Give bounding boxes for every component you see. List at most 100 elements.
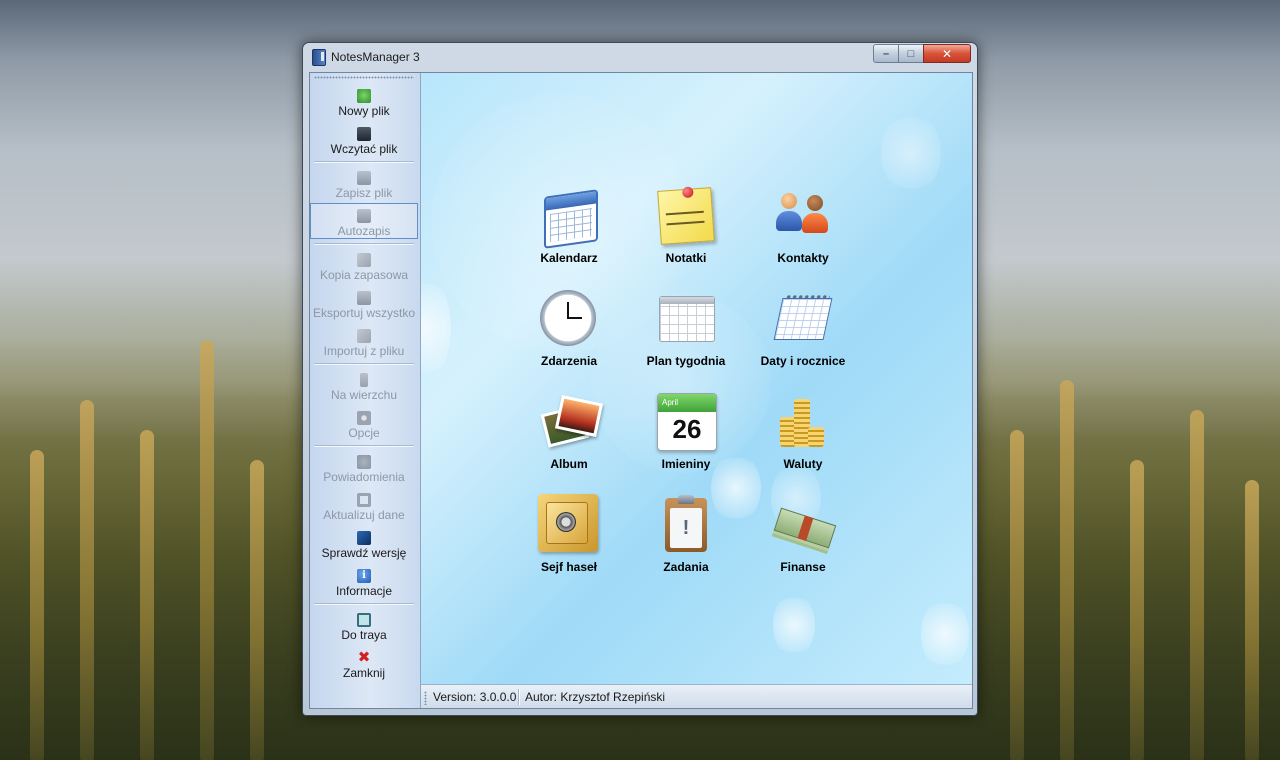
pin-icon xyxy=(360,373,368,387)
backup-icon xyxy=(357,253,371,267)
tile-label: Plan tygodnia xyxy=(646,354,726,368)
sidebar-item-new-file[interactable]: Nowy plik xyxy=(310,83,418,119)
wheat-stalk xyxy=(250,460,264,760)
tile-label: Zdarzenia xyxy=(540,354,597,368)
wheat-stalk xyxy=(30,450,44,760)
info-icon: i xyxy=(357,569,371,583)
sidebar-item-notifications[interactable]: Powiadomienia xyxy=(310,449,418,485)
sticky-note-icon xyxy=(655,185,717,247)
sidebar-item-open-file[interactable]: Wczytać plik xyxy=(310,121,418,157)
statusbar-grip xyxy=(424,691,427,705)
background-bubble xyxy=(921,598,969,670)
sidebar-item-label: Importuj z pliku xyxy=(323,344,405,358)
sidebar-separator xyxy=(314,243,414,245)
week-plan-icon xyxy=(655,288,717,350)
refresh-icon xyxy=(357,493,371,507)
tile-name-days[interactable]: April 26 Imieniny xyxy=(631,391,741,481)
tile-password-safe[interactable]: Sejf haseł xyxy=(514,494,624,584)
app-window: NotesManager 3 – □ ✕ Nowy plik Wczytać p… xyxy=(302,42,978,716)
sidebar-item-label: Sprawdź wersję xyxy=(321,546,407,560)
wheat-stalk xyxy=(80,400,94,760)
close-button[interactable]: ✕ xyxy=(923,44,971,63)
tile-events[interactable]: Zdarzenia xyxy=(514,288,624,378)
money-icon xyxy=(772,494,837,556)
tile-label: Sejf haseł xyxy=(540,560,598,574)
new-file-icon xyxy=(357,89,371,103)
tile-notes[interactable]: Notatki xyxy=(631,185,741,275)
wheat-stalk xyxy=(1245,480,1259,760)
close-icon: ✕ xyxy=(941,46,953,61)
sidebar-item-label: Aktualizuj dane xyxy=(323,508,405,522)
title-bar[interactable]: NotesManager 3 – □ ✕ xyxy=(303,43,977,71)
sidebar-item-label: Do traya xyxy=(341,628,387,642)
tile-label: Waluty xyxy=(783,457,823,471)
day-calendar-day: 26 xyxy=(672,414,702,444)
sidebar-item-options[interactable]: Opcje xyxy=(310,405,418,441)
sidebar-item-label: Informacje xyxy=(335,584,393,598)
maximize-button[interactable]: □ xyxy=(898,44,924,63)
sidebar-item-label: Na wierzchu xyxy=(330,388,398,402)
sidebar-item-autosave[interactable]: Autozapis xyxy=(310,203,418,239)
tile-label: Finanse xyxy=(780,560,826,574)
status-version: Version: 3.0.0.0 xyxy=(433,690,517,704)
wheat-stalk xyxy=(1130,460,1144,760)
app-icon[interactable] xyxy=(312,49,326,66)
day-calendar-icon: April 26 xyxy=(655,391,717,453)
tile-label: Kalendarz xyxy=(540,251,598,265)
status-bar: Version: 3.0.0.0 Autor: Krzysztof Rzepiń… xyxy=(421,684,972,708)
tile-currencies[interactable]: Waluty xyxy=(748,391,858,481)
sidebar-item-update-data[interactable]: Aktualizuj dane xyxy=(310,487,418,523)
tile-label: Imieniny xyxy=(661,457,711,471)
caption-buttons: – □ ✕ xyxy=(873,44,971,63)
sidebar-item-save-file[interactable]: Zapisz plik xyxy=(310,165,418,201)
sidebar-grip[interactable] xyxy=(314,76,414,79)
sidebar-separator xyxy=(314,603,414,605)
desk-calendar-icon xyxy=(772,288,834,350)
tile-dates-anniversaries[interactable]: Daty i rocznice xyxy=(748,288,858,378)
sidebar-item-to-tray[interactable]: Do traya xyxy=(310,607,418,643)
maximize-icon: □ xyxy=(907,47,915,60)
sidebar-item-always-on-top[interactable]: Na wierzchu xyxy=(310,367,418,403)
tile-album[interactable]: Album xyxy=(514,391,624,481)
wheat-stalk xyxy=(200,340,214,760)
bell-icon xyxy=(357,455,371,469)
contacts-icon xyxy=(772,185,834,247)
background-bubble xyxy=(421,273,451,383)
safe-icon xyxy=(538,494,600,556)
minimize-button[interactable]: – xyxy=(873,44,899,63)
tile-finances[interactable]: Finanse xyxy=(748,494,858,584)
wheat-stalk xyxy=(1010,430,1024,760)
tile-label: Daty i rocznice xyxy=(760,354,846,368)
main-panel: Kalendarz Notatki Kontakty Zdarzenia Pla… xyxy=(421,73,972,684)
sidebar-item-backup[interactable]: Kopia zapasowa xyxy=(310,247,418,283)
sidebar-item-label: Autozapis xyxy=(337,224,391,238)
sidebar-item-label: Nowy plik xyxy=(338,104,390,118)
sidebar-item-check-version[interactable]: Sprawdź wersję xyxy=(310,525,418,561)
wheat-stalk xyxy=(140,430,154,760)
sidebar-separator xyxy=(314,363,414,365)
tile-tasks[interactable]: ! Zadania xyxy=(631,494,741,584)
tile-contacts[interactable]: Kontakty xyxy=(748,185,858,275)
photo-album-icon xyxy=(538,391,604,453)
sidebar-item-label: Wczytać plik xyxy=(330,142,398,156)
tile-week-plan[interactable]: Plan tygodnia xyxy=(631,288,741,378)
sidebar-separator xyxy=(314,161,414,163)
client-area: Nowy plik Wczytać plik Zapisz plik Autoz… xyxy=(309,72,973,709)
sidebar-item-close[interactable]: ✖ Zamknij xyxy=(310,645,418,681)
sidebar-item-info[interactable]: i Informacje xyxy=(310,563,418,599)
import-icon xyxy=(357,329,371,343)
status-author: Autor: Krzysztof Rzepiński xyxy=(525,690,666,704)
wheat-stalk xyxy=(1060,380,1074,760)
sidebar-item-import[interactable]: Importuj z pliku xyxy=(310,323,418,359)
clock-icon xyxy=(538,288,600,350)
save-icon xyxy=(357,171,371,185)
tile-calendar[interactable]: Kalendarz xyxy=(514,185,624,275)
sidebar-item-export-all[interactable]: Eksportuj wszystko xyxy=(310,285,418,321)
sidebar-item-label: Zamknij xyxy=(342,666,385,680)
calendar-icon xyxy=(538,185,600,249)
sidebar-item-label: Kopia zapasowa xyxy=(319,268,409,282)
sidebar-item-label: Opcje xyxy=(348,426,380,440)
tray-icon xyxy=(357,613,371,627)
close-red-x-icon: ✖ xyxy=(357,649,371,666)
sidebar: Nowy plik Wczytać plik Zapisz plik Autoz… xyxy=(310,73,421,708)
